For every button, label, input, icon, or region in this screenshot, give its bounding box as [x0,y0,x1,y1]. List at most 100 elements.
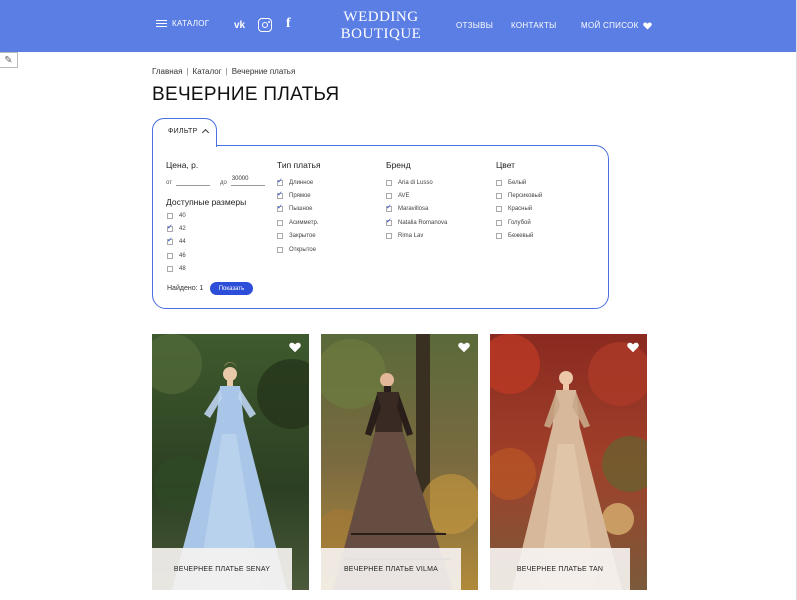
heart-icon[interactable] [627,342,639,353]
page-title: ВЕЧЕРНИЕ ПЛАТЬЯ [152,84,340,105]
checkbox[interactable] [496,233,502,240]
dress-type-option[interactable]: Асимметр. [277,216,321,229]
checkbox[interactable] [277,203,283,213]
chevron-up-icon [201,128,209,137]
price-from-input[interactable] [175,176,210,186]
brand-option[interactable]: Aria di Lusso [386,176,447,189]
brand-option-label: AVE [398,193,410,200]
brand-option-label: Rima Lav [398,233,424,240]
product-card[interactable]: ВЕЧЕРНЕЕ ПЛАТЬЕ VILMA [321,334,478,590]
dress-type-heading: Тип платья [277,160,321,170]
dress-type-filter: Тип платья Длинное Прямое Пышное Асимметр. З… [277,160,321,256]
checkbox[interactable] [277,219,283,226]
size-option-label: 48 [179,266,186,273]
show-results-button[interactable]: Показать [210,282,253,295]
size-option[interactable]: 44 [167,236,186,249]
checkbox[interactable] [277,233,283,240]
color-option[interactable]: Бежевый [496,230,542,243]
color-option-label: Голубой [508,219,531,226]
brand-option[interactable]: Rima Lav [386,230,447,243]
product-name: ВЕЧЕРНЕЕ ПЛАТЬЕ VILMA [321,548,461,590]
menu-icon [156,20,167,27]
checkbox[interactable] [386,203,392,213]
heart-icon[interactable] [458,342,470,353]
vk-icon[interactable]: vk [234,20,245,31]
color-option-label: Персиковый [508,193,543,200]
color-option[interactable]: Персиковый [496,189,542,202]
dress-type-option-label: Прямое [289,193,311,200]
checkbox[interactable] [277,246,283,253]
checkbox[interactable] [496,179,502,186]
brand-option-label: Maravillosa [398,206,429,213]
brand-filter: Бренд Aria di Lusso AVE Maravillosa Natalia… [386,160,447,243]
checkbox[interactable] [167,266,173,273]
checkbox[interactable] [386,179,392,186]
color-filter: Цвет Белый Персиковый Красный Голубой Бежевы… [496,160,542,243]
checkbox[interactable] [277,177,283,186]
dress-type-option[interactable]: Длинное [277,176,321,189]
size-option[interactable]: 46 [167,249,186,262]
heart-icon[interactable] [289,342,301,353]
checkbox[interactable] [386,193,392,200]
nav-wishlist-link[interactable]: МОЙ СПИСОК [581,21,652,30]
nav-contacts-link[interactable]: КОНТАКТЫ [511,21,557,30]
catalog-menu-button[interactable]: КАТАЛОГ [156,19,209,28]
product-card[interactable]: ВЕЧЕРНЕЕ ПЛАТЬЕ TAN [490,334,647,590]
breadcrumb-separator: | [225,67,228,76]
price-filter: Цена, р. от до 30000 [166,160,265,186]
site-header: КАТАЛОГ vk f WEDDING BOUTIQUE ОТЗЫВЫ КОН… [0,0,797,52]
logo-line-1: WEDDING [343,9,419,25]
product-name: ВЕЧЕРНЕЕ ПЛАТЬЕ SENAY [152,548,292,590]
color-option[interactable]: Голубой [496,216,542,229]
size-option-label: 42 [179,226,186,233]
checkbox[interactable] [167,252,173,259]
dress-type-option-label: Открытое [289,246,317,253]
color-option[interactable]: Белый [496,176,542,189]
dress-type-option[interactable]: Прямое [277,189,321,202]
size-option[interactable]: 40 [167,209,186,222]
size-option-label: 40 [179,212,186,219]
product-card[interactable]: ВЕЧЕРНЕЕ ПЛАТЬЕ SENAY [152,334,309,590]
price-heading: Цена, р. [166,160,199,170]
checkbox[interactable] [167,212,173,219]
checkbox[interactable] [496,193,502,200]
dress-type-option-label: Пышное [289,206,313,213]
filter-tab-label: ФИЛЬТР [168,128,198,135]
site-logo[interactable]: WEDDING BOUTIQUE [340,9,422,43]
size-option[interactable]: 48 [167,263,186,276]
checkbox[interactable] [167,236,173,246]
sizes-filter: 40 42 44 46 48 [167,209,186,276]
color-option[interactable]: Красный [496,203,542,216]
brand-option[interactable]: Natalia Romanova [386,216,447,229]
size-option[interactable]: 42 [167,222,186,235]
wishlist-label: МОЙ СПИСОК [581,21,639,30]
logo-line-2: BOUTIQUE [340,26,422,42]
brand-option-label: Natalia Romanova [398,219,448,226]
brand-heading: Бренд [386,160,411,170]
dress-type-option[interactable]: Открытое [277,243,321,256]
checkbox[interactable] [386,217,392,226]
facebook-icon[interactable]: f [286,16,291,32]
dress-type-option-label: Длинное [289,179,314,186]
checkbox[interactable] [386,233,392,240]
color-option-label: Белый [508,179,527,186]
instagram-icon[interactable] [258,18,272,32]
checkbox[interactable] [496,206,502,213]
checkbox[interactable] [496,219,502,226]
breadcrumb-catalog[interactable]: Каталог [193,67,222,76]
sizes-heading: Доступные размеры [166,197,247,207]
price-to-input[interactable]: 30000 [230,176,265,186]
checkbox[interactable] [167,223,173,233]
filter-toggle-tab[interactable]: ФИЛЬТР [152,118,217,147]
nav-reviews-link[interactable]: ОТЗЫВЫ [456,21,493,30]
product-name: ВЕЧЕРНЕЕ ПЛАТЬЕ TAN [490,548,630,590]
edit-tool-icon[interactable]: ✎ [0,52,18,68]
brand-option[interactable]: Maravillosa [386,203,447,216]
breadcrumb-home[interactable]: Главная [152,67,182,76]
dress-type-option[interactable]: Закрытое [277,230,321,243]
brand-option[interactable]: AVE [386,189,447,202]
price-from-label: от [166,180,172,186]
checkbox[interactable] [277,190,283,200]
dress-type-option[interactable]: Пышное [277,203,321,216]
found-count: Найдено: 1 [167,285,204,292]
